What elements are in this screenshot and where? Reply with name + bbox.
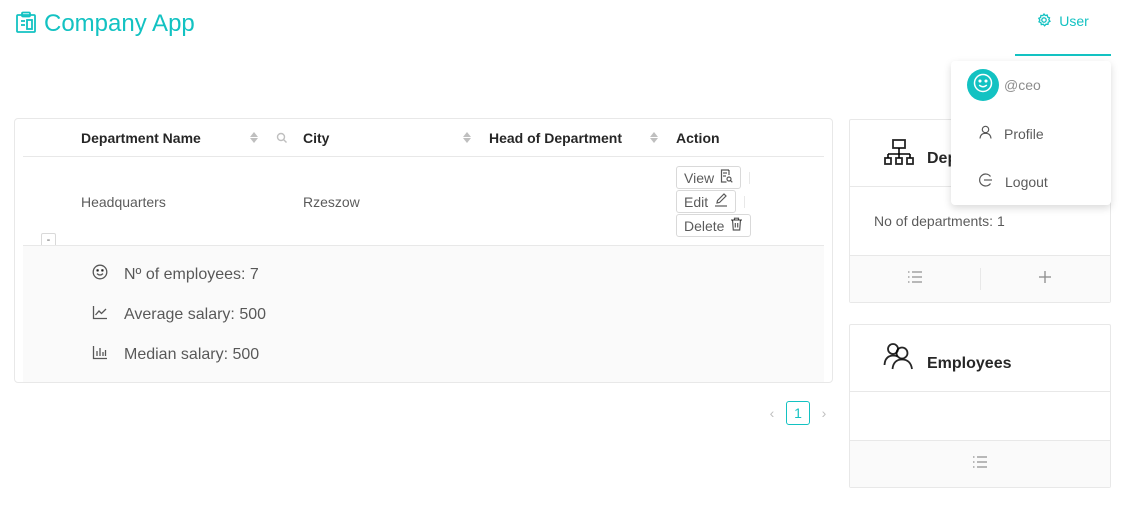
team-icon <box>883 342 915 375</box>
cell-city: Rzeszow <box>303 194 360 210</box>
line-chart-icon <box>92 304 108 325</box>
table-row: - Headquarters Rzeszow View Edit Delete <box>15 157 832 248</box>
delete-button-label: Delete <box>684 217 725 234</box>
sort-city-icon[interactable] <box>463 132 471 143</box>
employees-count: Nº of employees: 7 <box>124 265 259 283</box>
list-departments-button[interactable] <box>850 270 980 289</box>
view-button[interactable]: View <box>676 166 742 189</box>
smile-icon <box>973 73 993 98</box>
employees-card-actions <box>850 440 1110 487</box>
expanded-row: Nº of employees: 7 Average salary: 500 M… <box>23 246 824 382</box>
ordered-list-icon <box>972 455 988 474</box>
left-arrow-icon[interactable]: ‹ <box>766 405 778 421</box>
app-logo[interactable]: Company App <box>15 9 195 39</box>
user-menu-label: User <box>1059 13 1089 29</box>
add-department-button[interactable] <box>981 270 1111 289</box>
list-employees-button[interactable] <box>850 455 1110 474</box>
delete-button[interactable]: Delete <box>676 214 752 237</box>
departments-table: Department Name City Head of Department … <box>14 118 833 383</box>
edit-button-label: Edit <box>684 193 709 210</box>
logout-icon <box>979 173 993 190</box>
employees-card: Employees <box>849 324 1111 488</box>
user-dropdown: @ceo Profile Logout <box>951 61 1111 205</box>
stat-employees: Nº of employees: 7 <box>92 264 259 285</box>
table-header: Department Name City Head of Department … <box>15 119 832 157</box>
search-icon[interactable] <box>276 131 288 149</box>
average-salary: Average salary: 500 <box>124 305 267 323</box>
smile-icon <box>92 264 108 285</box>
cell-department-name: Headquarters <box>81 194 166 210</box>
plus-icon <box>1038 270 1052 289</box>
right-arrow-icon[interactable]: › <box>818 405 830 421</box>
file-search-icon <box>720 169 733 186</box>
median-salary: Median salary: 500 <box>124 345 260 363</box>
divider <box>744 195 746 208</box>
divider <box>850 391 1110 392</box>
sort-department-name-icon[interactable] <box>250 132 258 143</box>
column-header-action: Action <box>676 130 720 146</box>
bar-chart-icon <box>92 344 108 365</box>
user-menu[interactable]: User <box>1015 0 1111 56</box>
logout-menu-label: Logout <box>1005 173 1048 190</box>
employees-card-title: Employees <box>927 355 1012 372</box>
profile-menu-item[interactable]: Profile <box>979 125 1044 142</box>
pagination: ‹ 1 › <box>766 401 830 425</box>
stat-average-salary: Average salary: 500 <box>92 304 266 325</box>
edit-button[interactable]: Edit <box>676 190 737 213</box>
logout-menu-item[interactable]: Logout <box>979 173 1048 190</box>
ordered-list-icon <box>907 270 923 289</box>
departments-card-actions <box>850 255 1110 302</box>
cluster-icon <box>884 139 914 172</box>
divider <box>749 171 751 184</box>
stat-median-salary: Median salary: 500 <box>92 344 259 365</box>
edit-icon <box>714 193 728 210</box>
sort-head-icon[interactable] <box>650 132 658 143</box>
column-header-city[interactable]: City <box>303 130 329 146</box>
page-1-button[interactable]: 1 <box>786 401 810 425</box>
user-icon <box>979 125 992 142</box>
trash-icon <box>730 217 743 234</box>
app-title: Company App <box>44 10 195 37</box>
profile-menu-label: Profile <box>1004 125 1044 142</box>
gear-icon <box>1037 12 1052 30</box>
column-header-head-of-department[interactable]: Head of Department <box>489 130 622 146</box>
departments-count: No of departments: 1 <box>874 213 1005 229</box>
column-header-department-name[interactable]: Department Name <box>81 130 201 146</box>
username: @ceo <box>1004 77 1041 93</box>
clipboard-icon <box>15 11 37 38</box>
view-button-label: View <box>684 169 715 186</box>
avatar <box>967 69 999 101</box>
